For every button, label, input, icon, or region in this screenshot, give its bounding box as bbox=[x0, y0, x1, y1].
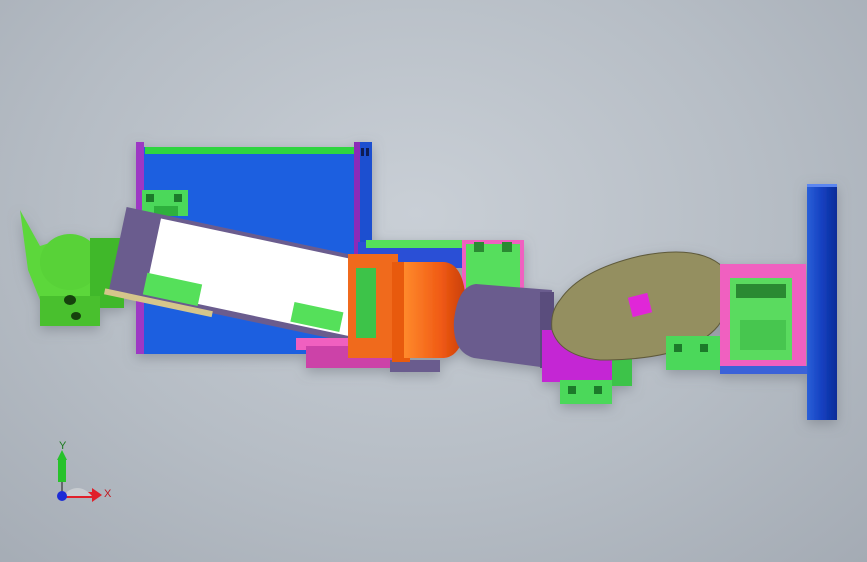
graphics-viewport[interactable]: Y X bbox=[0, 0, 867, 562]
axis-triad[interactable]: Y X bbox=[48, 440, 118, 510]
mounting-rail[interactable] bbox=[807, 184, 837, 420]
z-axis-dot bbox=[57, 491, 67, 501]
y-axis-label: Y bbox=[59, 440, 67, 452]
gripper-claw[interactable] bbox=[20, 210, 124, 326]
robot-arm-assembly[interactable] bbox=[0, 0, 867, 562]
elbow-joint[interactable] bbox=[348, 254, 466, 362]
y-axis-arrow bbox=[58, 458, 66, 482]
x-axis-label: X bbox=[104, 488, 112, 500]
forearm-link[interactable] bbox=[453, 284, 554, 368]
